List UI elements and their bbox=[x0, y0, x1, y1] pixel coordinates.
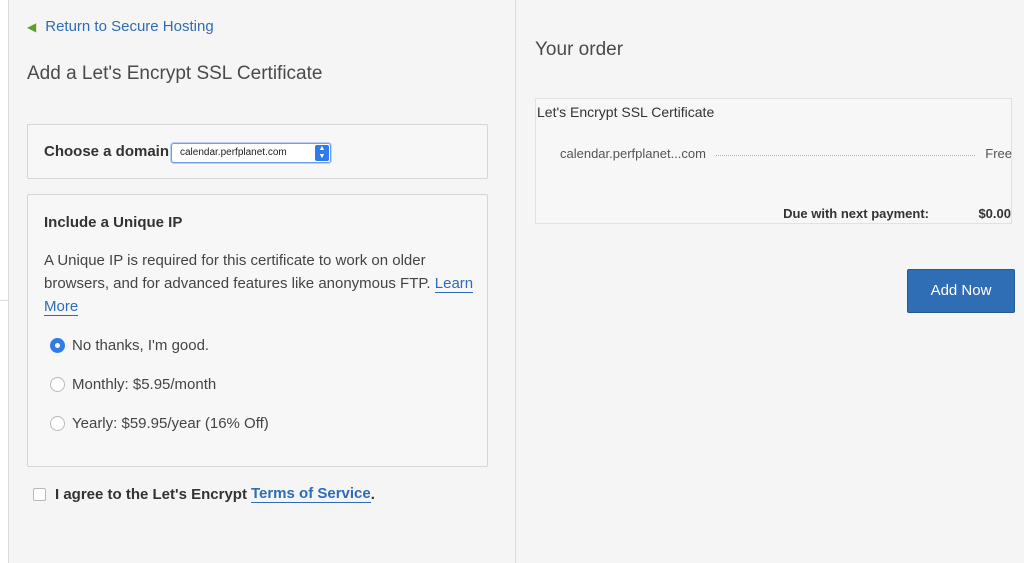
return-link-label: Return to Secure Hosting bbox=[45, 18, 214, 35]
terms-checkbox[interactable] bbox=[33, 487, 46, 501]
terms-agreement: I agree to the Let's Encrypt Terms of Se… bbox=[33, 485, 375, 503]
order-line-domain: calendar.perfplanet...com bbox=[560, 146, 706, 161]
radio-no-thanks[interactable] bbox=[50, 338, 65, 353]
unique-ip-description-text: A Unique IP is required for this certifi… bbox=[44, 252, 431, 292]
option-no-thanks[interactable]: No thanks, I'm good. bbox=[50, 337, 209, 354]
due-label: Due with next payment: bbox=[783, 206, 929, 221]
add-now-button[interactable]: Add Now bbox=[907, 269, 1015, 313]
domain-label: Choose a domain: bbox=[44, 143, 175, 160]
order-title: Your order bbox=[535, 39, 624, 60]
order-summary: Let's Encrypt SSL Certificate calendar.p… bbox=[535, 98, 1012, 224]
order-summary-panel: Your order Let's Encrypt SSL Certificate… bbox=[516, 0, 1024, 563]
order-product-name: Let's Encrypt SSL Certificate bbox=[537, 104, 715, 120]
option-yearly[interactable]: Yearly: $59.95/year (16% Off) bbox=[50, 415, 269, 432]
due-amount: $0.00 bbox=[978, 206, 1011, 221]
order-line-item: calendar.perfplanet...com Free bbox=[560, 146, 1012, 161]
option-label: Yearly: $59.95/year (16% Off) bbox=[72, 415, 269, 432]
certificate-form-panel: ◀︎ Return to Secure Hosting Add a Let's … bbox=[8, 0, 516, 563]
terms-prefix: I agree to the Let's Encrypt bbox=[55, 485, 247, 503]
select-stepper-icon: ▲ ▼ bbox=[315, 145, 329, 161]
gutter-tick bbox=[0, 300, 8, 301]
unique-ip-section: Include a Unique IP A Unique IP is requi… bbox=[27, 194, 488, 467]
dotted-leader bbox=[715, 155, 976, 156]
terms-suffix: . bbox=[370, 485, 375, 503]
terms-of-service-link[interactable]: Terms of Service bbox=[250, 485, 371, 503]
return-link[interactable]: ◀︎ Return to Secure Hosting bbox=[27, 18, 214, 35]
option-label: Monthly: $5.95/month bbox=[72, 376, 217, 393]
unique-ip-heading: Include a Unique IP bbox=[44, 214, 183, 231]
domain-select[interactable]: calendar.perfplanet.com ▲ ▼ bbox=[171, 143, 331, 163]
radio-monthly[interactable] bbox=[50, 377, 65, 392]
back-arrow-icon: ◀︎ bbox=[27, 19, 37, 34]
option-label: No thanks, I'm good. bbox=[72, 337, 210, 354]
option-monthly[interactable]: Monthly: $5.95/month bbox=[50, 376, 216, 393]
unique-ip-description: A Unique IP is required for this certifi… bbox=[44, 249, 479, 318]
left-gutter bbox=[0, 0, 8, 563]
domain-select-value: calendar.perfplanet.com bbox=[180, 147, 287, 158]
domain-section: Choose a domain: calendar.perfplanet.com… bbox=[27, 124, 488, 179]
page-title: Add a Let's Encrypt SSL Certificate bbox=[27, 63, 323, 84]
order-line-price: Free bbox=[985, 146, 1012, 161]
radio-yearly[interactable] bbox=[50, 416, 65, 431]
